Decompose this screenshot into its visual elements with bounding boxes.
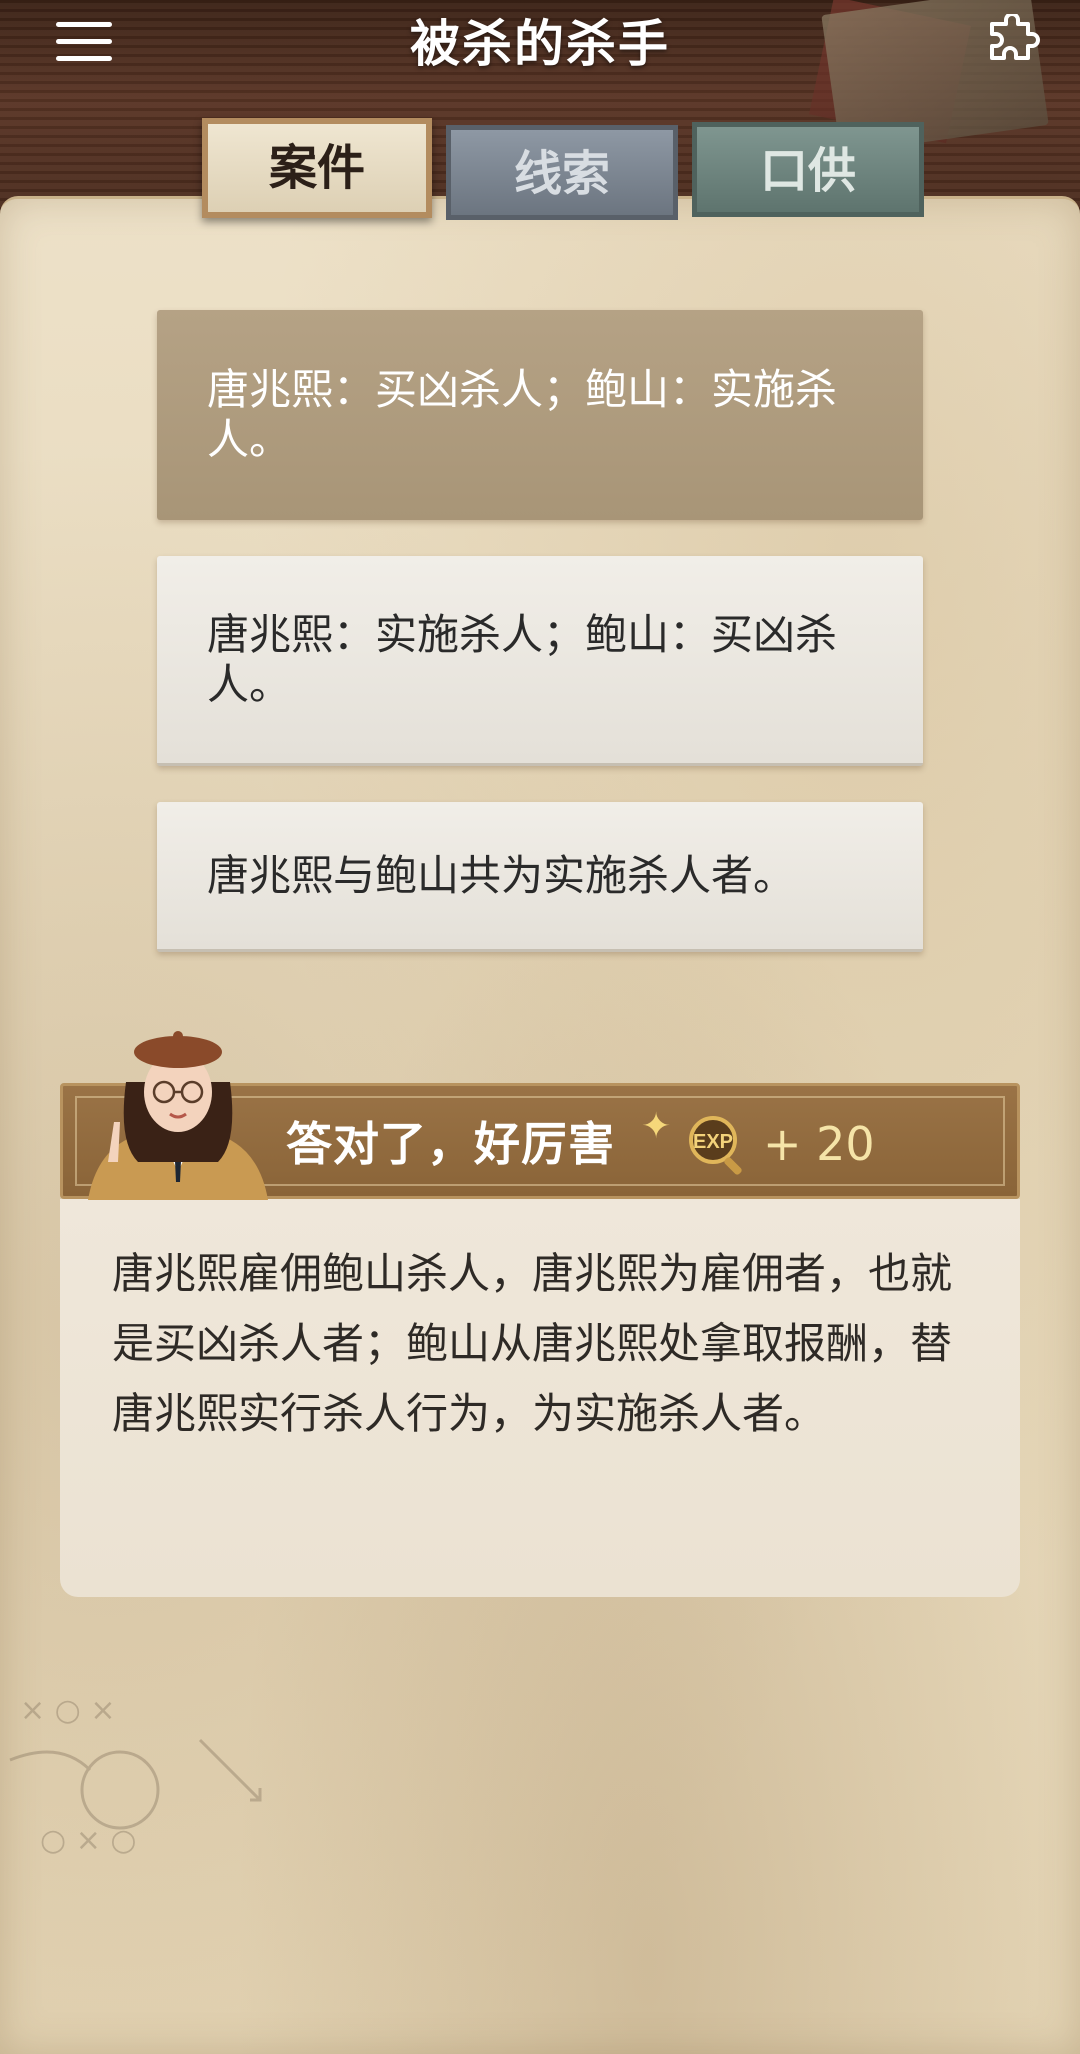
- decorative-doodle: × ○ × ○ × ○: [9, 1693, 262, 1858]
- svg-text:○ × ○: ○ × ○: [40, 1823, 137, 1858]
- page-title: 被杀的杀手: [410, 14, 670, 73]
- exp-label: EXP: [693, 1131, 733, 1153]
- result-message: 答对了，好厉害: [286, 1117, 615, 1171]
- exp-amount: + 20: [763, 1117, 875, 1171]
- answer-option-text: 唐兆熙：实施杀人；鲍山：买凶杀人。: [207, 609, 838, 709]
- tab-clues[interactable]: 线索: [446, 125, 678, 220]
- puzzle-piece-icon[interactable]: [986, 12, 1042, 70]
- exp-magnifier-icon: EXP: [689, 1116, 742, 1175]
- tab-case[interactable]: 案件: [202, 118, 432, 218]
- answer-option-3[interactable]: 唐兆熙与鲍山共为实施杀人者。: [157, 802, 923, 952]
- answer-option-text: 唐兆熙：买凶杀人；鲍山：实施杀人。: [207, 365, 838, 464]
- answer-option-2[interactable]: 唐兆熙：实施杀人；鲍山：买凶杀人。: [157, 556, 923, 766]
- tab-testimony[interactable]: 口供: [692, 122, 924, 217]
- answer-option-text: 唐兆熙与鲍山共为实施杀人者。: [207, 850, 796, 900]
- answer-option-1[interactable]: 唐兆熙：买凶杀人；鲍山：实施杀人。: [157, 310, 923, 520]
- svg-text:× ○ ×: × ○ ×: [20, 1693, 116, 1728]
- detective-avatar: [88, 1031, 268, 1200]
- sparkle-icon: ✦: [641, 1106, 672, 1147]
- explanation-card: 唐兆熙雇佣鲍山杀人，唐兆熙为雇佣者，也就是买凶杀人者；鲍山从唐兆熙处拿取报酬，替…: [60, 1199, 1020, 1597]
- explanation-text: 唐兆熙雇佣鲍山杀人，唐兆熙为雇佣者，也就是买凶杀人者；鲍山从唐兆熙处拿取报酬，替…: [112, 1249, 953, 1438]
